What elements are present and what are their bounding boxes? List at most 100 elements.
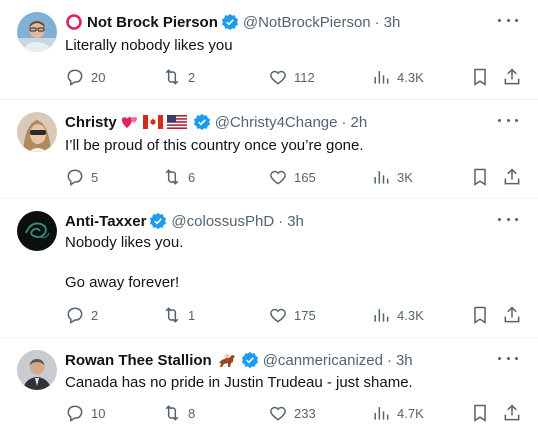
repost-count: 6 xyxy=(188,169,196,185)
canada-flag-emoji xyxy=(142,115,163,129)
repost-icon xyxy=(162,167,182,187)
share-icon xyxy=(502,67,522,87)
heart-icon xyxy=(268,167,288,187)
like-button[interactable]: 175 xyxy=(268,305,316,325)
timestamp[interactable]: 3h xyxy=(287,213,304,230)
separator-dot: · xyxy=(341,113,347,131)
tweet-actions: 2 1 175 4.3K xyxy=(65,305,525,325)
reply-icon xyxy=(65,67,85,87)
verified-badge-icon xyxy=(221,13,239,31)
verified-badge-icon xyxy=(241,351,259,369)
bookmark-icon xyxy=(470,305,490,325)
views-chart-icon xyxy=(371,167,391,187)
tweet-actions: 20 2 112 4.3K xyxy=(65,67,525,87)
tweet-header: Not Brock Pierson @NotBrockPierson · 3h xyxy=(65,12,400,32)
tweet-text: Literally nobody likes you xyxy=(65,37,233,54)
separator-dot: · xyxy=(374,13,380,31)
display-name[interactable]: Rowan Thee Stallion xyxy=(65,352,212,369)
avatar[interactable] xyxy=(17,12,57,52)
horse-racing-emoji xyxy=(216,351,238,369)
hearts-emoji xyxy=(121,114,139,130)
repost-button[interactable]: 1 xyxy=(162,305,195,325)
verified-badge-icon xyxy=(149,212,167,230)
display-name[interactable]: Anti-Taxxer xyxy=(65,213,146,230)
reply-count: 2 xyxy=(91,307,99,323)
bookmark-button[interactable] xyxy=(470,67,490,87)
more-options-icon[interactable] xyxy=(498,352,518,364)
reply-icon xyxy=(65,403,85,423)
more-options-icon[interactable] xyxy=(498,14,518,26)
share-button[interactable] xyxy=(502,403,522,423)
avatar[interactable] xyxy=(17,211,57,251)
timestamp[interactable]: 2h xyxy=(350,114,367,131)
share-icon xyxy=(502,167,522,187)
share-icon xyxy=(502,403,522,423)
reply-button[interactable]: 2 xyxy=(65,305,98,325)
views-button[interactable]: 3K xyxy=(371,167,413,187)
share-button[interactable] xyxy=(502,67,522,87)
more-options-icon[interactable] xyxy=(498,213,518,225)
like-button[interactable]: 233 xyxy=(268,403,316,423)
reply-button[interactable]: 10 xyxy=(65,403,105,423)
us-flag-emoji xyxy=(166,115,187,129)
share-button[interactable] xyxy=(502,305,522,325)
avatar[interactable] xyxy=(17,350,57,390)
verified-badge-icon xyxy=(193,113,211,131)
repost-button[interactable]: 6 xyxy=(162,167,195,187)
reply-icon xyxy=(65,305,85,325)
tweet-text: I’ll be proud of this country once you’r… xyxy=(65,137,364,154)
tweet-header: Anti-Taxxer @colossusPhD · 3h xyxy=(65,211,304,231)
bookmark-button[interactable] xyxy=(470,305,490,325)
like-button[interactable]: 165 xyxy=(268,167,316,187)
like-count: 233 xyxy=(294,405,316,421)
heart-icon xyxy=(268,403,288,423)
reply-count: 5 xyxy=(91,169,99,185)
tweet[interactable]: Rowan Thee Stallion @canmericanized · 3h… xyxy=(0,338,538,434)
share-button[interactable] xyxy=(502,167,522,187)
repost-count: 8 xyxy=(188,405,196,421)
views-chart-icon xyxy=(371,403,391,423)
bookmark-button[interactable] xyxy=(470,403,490,423)
tweet-text: Canada has no pride in Justin Trudeau - … xyxy=(65,374,413,391)
bookmark-button[interactable] xyxy=(470,167,490,187)
more-options-icon[interactable] xyxy=(498,114,518,126)
user-handle[interactable]: @colossusPhD xyxy=(171,213,274,230)
avatar[interactable] xyxy=(17,112,57,152)
bookmark-icon xyxy=(470,67,490,87)
like-count: 165 xyxy=(294,169,316,185)
user-handle[interactable]: @canmericanized xyxy=(263,352,383,369)
timestamp[interactable]: 3h xyxy=(384,14,401,31)
repost-button[interactable]: 8 xyxy=(162,403,195,423)
views-count: 4.7K xyxy=(397,405,424,421)
like-button[interactable]: 112 xyxy=(268,67,315,87)
reply-icon xyxy=(65,167,85,187)
like-count: 175 xyxy=(294,307,316,323)
display-name[interactable]: Christy xyxy=(65,114,117,131)
reply-button[interactable]: 20 xyxy=(65,67,105,87)
separator-dot: · xyxy=(278,212,284,230)
repost-button[interactable]: 2 xyxy=(162,67,195,87)
user-handle[interactable]: @NotBrockPierson xyxy=(243,14,371,31)
tweet-header: Christy @Christy4Change · 2h xyxy=(65,112,367,132)
repost-icon xyxy=(162,305,182,325)
tweet[interactable]: Christy @Christy4Change · 2h I’ll be pro… xyxy=(0,100,538,199)
reply-button[interactable]: 5 xyxy=(65,167,98,187)
tweet[interactable]: Not Brock Pierson @NotBrockPierson · 3h … xyxy=(0,0,538,100)
heart-icon xyxy=(268,305,288,325)
tweet[interactable]: Anti-Taxxer @colossusPhD · 3h Nobody lik… xyxy=(0,199,538,338)
separator-dot: · xyxy=(386,351,392,369)
display-name[interactable]: Not Brock Pierson xyxy=(87,14,218,31)
heart-icon xyxy=(268,67,288,87)
repost-icon xyxy=(162,403,182,423)
red-ring-emoji xyxy=(65,13,83,31)
timestamp[interactable]: 3h xyxy=(396,352,413,369)
like-count: 112 xyxy=(294,69,315,85)
views-button[interactable]: 4.3K xyxy=(371,67,424,87)
share-icon xyxy=(502,305,522,325)
reply-count: 10 xyxy=(91,405,106,421)
views-button[interactable]: 4.3K xyxy=(371,305,424,325)
views-button[interactable]: 4.7K xyxy=(371,403,424,423)
tweet-header: Rowan Thee Stallion @canmericanized · 3h xyxy=(65,350,413,370)
user-handle[interactable]: @Christy4Change xyxy=(215,114,338,131)
repost-icon xyxy=(162,67,182,87)
